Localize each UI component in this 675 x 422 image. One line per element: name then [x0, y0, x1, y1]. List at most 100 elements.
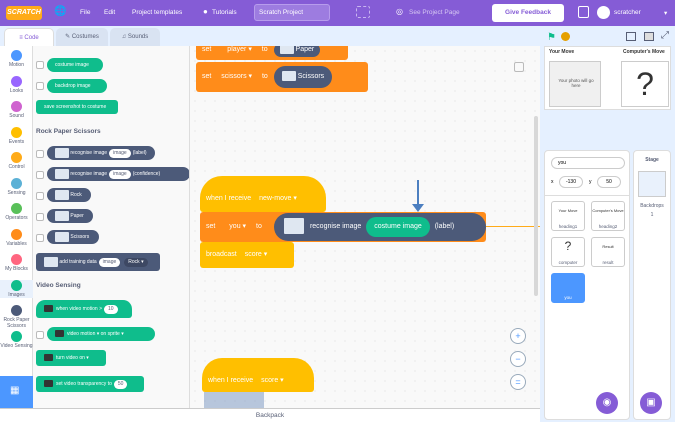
stop-icon[interactable]	[561, 32, 570, 41]
divider	[545, 195, 629, 196]
give-feedback-button[interactable]: Give Feedback	[492, 4, 564, 22]
sprite-thumb-heading2[interactable]: Computer's Move heading2	[591, 201, 625, 231]
sprite-thumb-title: Your Move	[558, 208, 578, 213]
templates-menu[interactable]: Project templates	[132, 9, 182, 16]
when-i-receive-hat[interactable]: when I receive new-move ▾	[200, 176, 326, 212]
backdrop-image-block[interactable]: backdrop image	[47, 79, 107, 93]
category-control[interactable]: Control	[0, 152, 33, 170]
globe-icon[interactable]: 🌐	[54, 6, 66, 17]
category-video-sensing[interactable]: Video Sensing	[0, 330, 33, 349]
fullscreen-icon[interactable]: ⤢	[661, 30, 669, 41]
add-extension-button[interactable]: ▦	[0, 376, 33, 408]
category-images[interactable]: Images	[0, 279, 33, 298]
add-backdrop-button[interactable]: ▣	[640, 392, 662, 414]
stage-thumbnail[interactable]	[638, 171, 666, 197]
recognise-label-block[interactable]: recognise image image (label)	[47, 146, 155, 160]
add-sprite-button[interactable]: ◉	[596, 392, 618, 414]
ml-icon	[55, 147, 69, 158]
green-flag-icon[interactable]: ⚑	[547, 32, 556, 43]
zoom-reset-button[interactable]: =	[510, 374, 526, 390]
checkbox[interactable]	[36, 61, 44, 69]
checkbox[interactable]	[36, 192, 44, 200]
scissors-block[interactable]: Scissors	[47, 230, 99, 244]
zoom-in-button[interactable]: +	[510, 328, 526, 344]
computer-move-question: ?	[621, 61, 669, 107]
photo-area: Your photo will go here	[549, 61, 601, 107]
category-rock-paper-scissors[interactable]: Rock Paper Scissors	[0, 305, 33, 329]
set-scissors-block[interactable]: set scissors ▾ to Scissors	[196, 62, 368, 92]
share-icon[interactable]	[356, 6, 370, 18]
costume-image-reporter[interactable]: costume image	[366, 217, 430, 237]
stage-canvas[interactable]: Your Move Computer's Move Your photo wil…	[544, 46, 671, 110]
file-menu[interactable]: File	[80, 9, 90, 16]
checkbox[interactable]	[36, 150, 44, 158]
scissors-reporter[interactable]: Scissors	[273, 66, 333, 88]
stage-selector[interactable]: Stage Backdrops 1	[633, 150, 671, 420]
folder-icon[interactable]	[578, 6, 589, 18]
checkbox[interactable]	[36, 82, 44, 90]
cat-icon: ◉	[602, 397, 612, 408]
category-dot-icon	[11, 50, 22, 61]
script-workspace[interactable]: set player ▾ to Paper set scissors ▾ to …	[190, 46, 540, 408]
set-player-block[interactable]: set player ▾ to Paper	[196, 46, 348, 60]
sprite-thumb-you[interactable]: you	[551, 273, 585, 303]
avatar[interactable]	[597, 6, 610, 19]
chevron-down-icon[interactable]: ▾	[664, 9, 667, 17]
save-screenshot-block[interactable]: save screenshot to costume	[36, 100, 118, 114]
category-sensing[interactable]: Sensing	[0, 177, 33, 196]
category-my-blocks[interactable]: My Blocks	[0, 254, 33, 272]
sprite-thumb-result[interactable]: Result result	[591, 237, 625, 267]
sprite-thumb-heading1[interactable]: Your Move heading1	[551, 201, 585, 231]
when-video-motion-block[interactable]: when video motion >10	[36, 300, 132, 318]
sprite-name-input[interactable]: you	[551, 157, 625, 169]
tab-code[interactable]: ≡ Code	[4, 28, 54, 46]
tab-costumes[interactable]: ✎ Costumes	[56, 28, 108, 46]
checkbox[interactable]	[36, 213, 44, 221]
image-icon: ▣	[646, 397, 656, 408]
paper-reporter[interactable]: Paper	[273, 46, 321, 57]
tab-sounds[interactable]: ♫ Sounds	[110, 28, 160, 46]
category-dot-icon	[11, 228, 22, 240]
category-variables[interactable]: Variables	[0, 228, 33, 247]
costume-image-block[interactable]: costume image	[47, 58, 103, 72]
video-motion-on-sprite-block[interactable]: video motion ▾ on sprite ▾	[47, 327, 155, 341]
when-i-receive-score-hat[interactable]: when I receive score ▾	[202, 358, 314, 392]
x-input[interactable]: -130	[559, 176, 583, 188]
your-move-label: Your Move	[549, 49, 575, 55]
turn-video-block[interactable]: turn video on ▾	[36, 350, 106, 366]
tutorials-menu[interactable]: Tutorials	[212, 9, 237, 16]
category-label: Sensing	[7, 189, 26, 196]
category-looks[interactable]: Looks	[0, 75, 33, 94]
y-input[interactable]: 50	[597, 176, 621, 188]
broadcast-block[interactable]: broadcast score ▾	[200, 242, 294, 268]
see-project-page-link[interactable]: See Project Page	[409, 9, 460, 16]
recognise-image-reporter[interactable]: recognise image costume image (label)	[274, 213, 486, 241]
backpack-bar[interactable]: Backpack	[0, 408, 540, 422]
rock-block[interactable]: Rock	[47, 188, 91, 202]
ml-icon	[55, 210, 69, 221]
stage-pane: ⚑ ⤢ Your Move Computer's Move Your photo…	[540, 30, 675, 422]
category-motion[interactable]: Motion	[0, 50, 33, 68]
checkbox[interactable]	[36, 171, 44, 179]
small-stage-icon[interactable]	[626, 32, 636, 41]
category-label: Sound	[9, 113, 24, 119]
sprite-thumb-computer[interactable]: ? computer	[551, 237, 585, 267]
scratch-logo[interactable]: SCRATCH	[6, 6, 42, 20]
checkbox[interactable]	[36, 234, 44, 242]
sprite-thumb-name: result	[602, 260, 614, 265]
add-training-data-block[interactable]: add training data image Rock ▾	[36, 253, 160, 271]
checkbox[interactable]	[36, 331, 44, 339]
edit-menu[interactable]: Edit	[104, 9, 115, 16]
paper-block[interactable]: Paper	[47, 209, 93, 223]
project-title-input[interactable]: Scratch Project	[254, 4, 330, 21]
set-video-transparency-block[interactable]: set video transparency to 50	[36, 376, 144, 392]
category-operators[interactable]: Operators	[0, 203, 33, 221]
category-events[interactable]: Events	[0, 126, 33, 145]
scrollbar[interactable]	[534, 116, 538, 296]
large-stage-icon[interactable]	[644, 32, 654, 41]
recognise-confidence-block[interactable]: recognise image image (confidence)	[47, 167, 189, 181]
category-sound[interactable]: Sound	[0, 101, 33, 119]
username[interactable]: scratcher	[614, 9, 641, 16]
zoom-out-button[interactable]: −	[510, 351, 526, 367]
partial-block	[204, 392, 264, 408]
